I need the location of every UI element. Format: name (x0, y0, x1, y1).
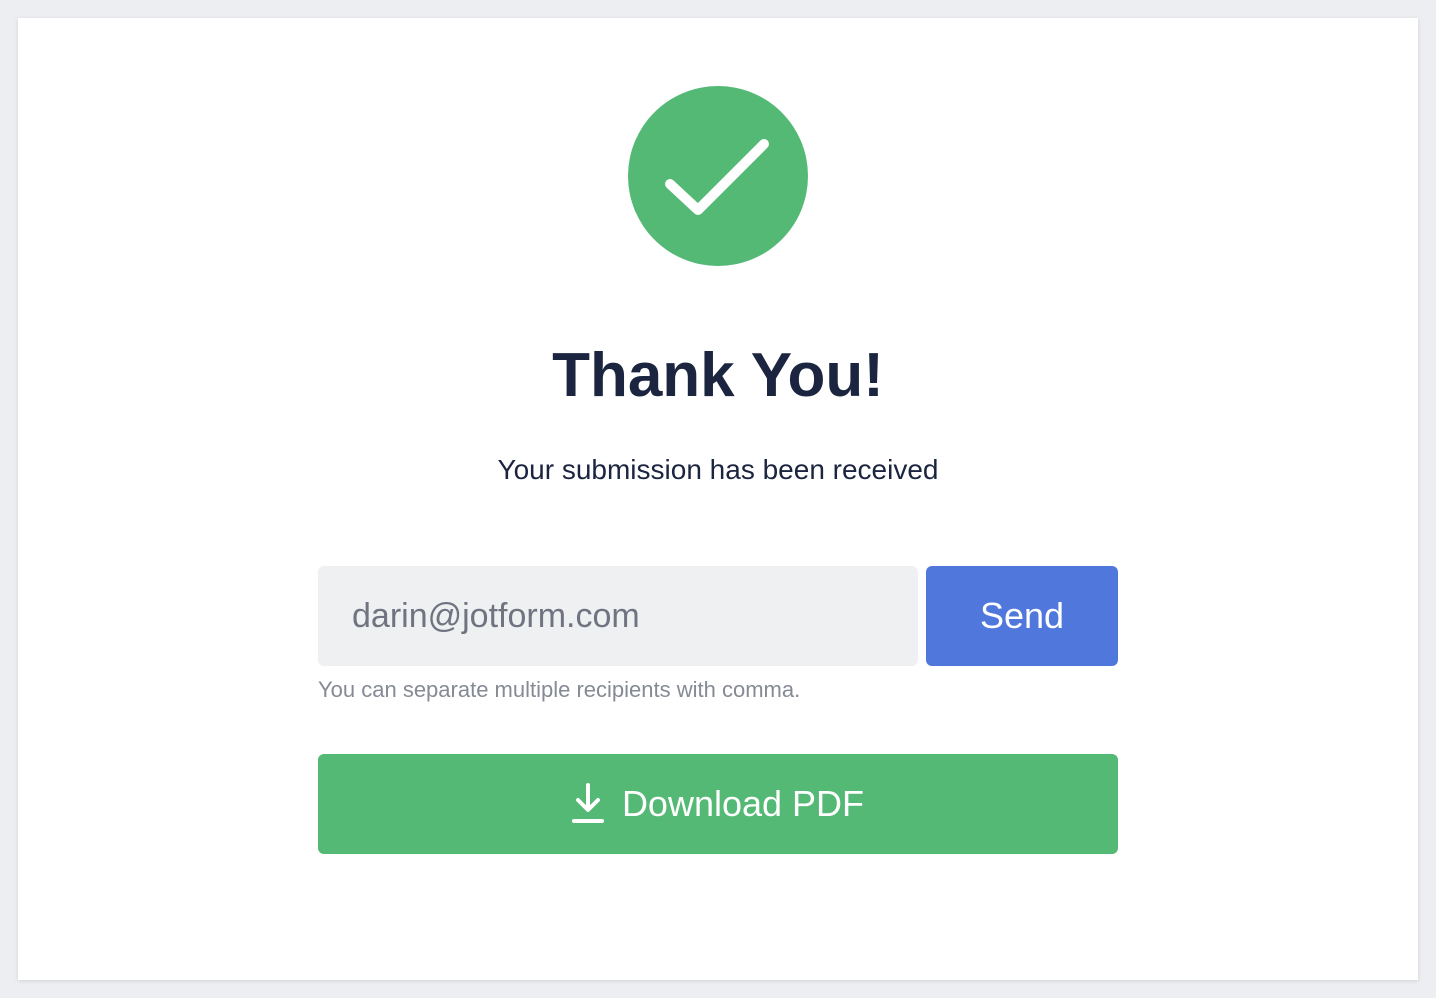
success-check-circle (628, 86, 808, 266)
download-icon (571, 783, 604, 825)
send-button[interactable]: Send (926, 566, 1118, 666)
submission-status-text: Your submission has been received (497, 454, 939, 485)
download-pdf-button[interactable]: Download PDF (318, 754, 1118, 854)
checkmark-icon (665, 139, 769, 215)
download-pdf-label: Download PDF (621, 783, 865, 824)
email-recipients-input[interactable] (318, 566, 918, 666)
email-helper-text: You can separate multiple recipients wit… (318, 677, 801, 702)
page-title: Thank You! (552, 341, 884, 410)
thank-you-card: Thank You! Your submission has been rece… (18, 18, 1418, 980)
